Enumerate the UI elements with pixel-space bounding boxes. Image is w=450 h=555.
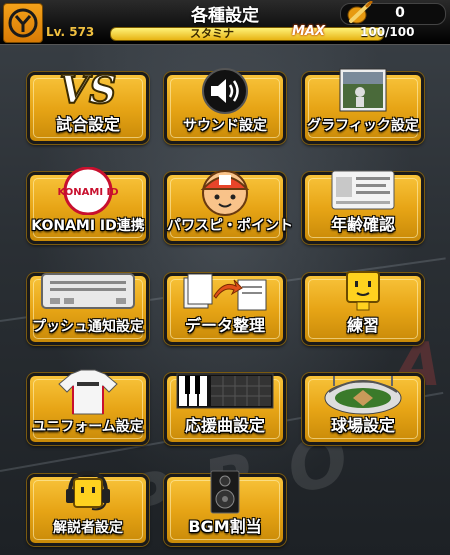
- konami-id-link-label: KONAMI ID連携: [31, 218, 145, 234]
- practice-button[interactable]: 練習: [302, 271, 424, 345]
- data-organize-label: データ整理: [184, 316, 265, 335]
- uniform-settings-label: ユニフォーム設定: [32, 419, 144, 435]
- sound-settings-button[interactable]: サウンド設定: [164, 68, 286, 144]
- team-logo-button[interactable]: [3, 3, 43, 43]
- match-settings-button[interactable]: VS 試合設定: [27, 67, 149, 144]
- practice-character-icon: [305, 268, 421, 314]
- speaker-box-icon: [167, 469, 283, 515]
- stamina-label: スタミナ: [190, 27, 234, 40]
- age-verification-button[interactable]: 年齢確認: [302, 170, 424, 244]
- commentator-headset-icon: [30, 469, 146, 515]
- data-organize-button[interactable]: データ整理: [164, 273, 286, 345]
- svg-text:KONAMI ID: KONAMI ID: [57, 187, 118, 198]
- player-level: Lv. 573: [46, 25, 95, 39]
- graphic-settings-button[interactable]: グラフィック設定: [302, 68, 424, 144]
- uniform-icon: [30, 368, 146, 415]
- screenshot-icon: [305, 67, 421, 113]
- settings-screen: P R O A 各種設定 0 Lv. 573 スタミナ MAX 100/100: [0, 0, 450, 555]
- cheer-song-settings-button[interactable]: 応援曲設定: [164, 373, 286, 445]
- stamina-max-badge: MAX: [292, 24, 326, 39]
- commentator-settings-label: 解説者設定: [53, 520, 123, 536]
- commentator-settings-button[interactable]: 解説者設定: [27, 470, 149, 546]
- bat-coin-icon: [345, 0, 373, 25]
- data-transfer-icon: [167, 268, 283, 314]
- cheer-song-settings-label: 応援曲設定: [184, 416, 265, 435]
- stadium-settings-button[interactable]: 球場設定: [302, 373, 424, 445]
- coin-count: 0: [395, 5, 405, 21]
- age-verification-label: 年齢確認: [330, 215, 395, 234]
- pawapuro-point-label: パワスピ・ポイント: [167, 218, 293, 234]
- konami-id-link-button[interactable]: KONAMI ID KONAMI ID連携: [27, 167, 149, 244]
- sound-settings-label: サウンド設定: [183, 118, 267, 134]
- pawapuro-mascot-icon: [167, 167, 283, 216]
- practice-label: 練習: [346, 316, 379, 335]
- stamina-bar: [110, 27, 384, 41]
- vs-icon: VS: [30, 67, 146, 113]
- stamina-value: 100/100: [360, 25, 415, 39]
- header-bar: 各種設定 0 Lv. 573 スタミナ MAX 100/100: [0, 0, 450, 45]
- uniform-settings-button[interactable]: ユニフォーム設定: [27, 369, 149, 445]
- keyboard-icon: [167, 368, 283, 414]
- speaker-icon: [167, 67, 283, 114]
- konami-id-icon: KONAMI ID: [30, 167, 146, 215]
- push-notification-settings-button[interactable]: プッシュ通知設定: [27, 273, 149, 345]
- stadium-icon: [305, 368, 421, 415]
- push-notification-settings-label: プッシュ通知設定: [32, 319, 144, 335]
- svg-text:VS: VS: [60, 67, 117, 112]
- id-card-icon: [305, 167, 421, 213]
- bgm-assign-label: BGM割当: [188, 517, 262, 536]
- device-icon: [30, 268, 146, 314]
- match-settings-label: 試合設定: [55, 115, 120, 134]
- pawapuro-point-button[interactable]: パワスピ・ポイント: [164, 170, 293, 244]
- graphic-settings-label: グラフィック設定: [307, 118, 419, 134]
- team-logo-icon: [8, 8, 38, 38]
- bgm-assign-button[interactable]: BGM割当: [164, 470, 286, 546]
- stadium-settings-label: 球場設定: [330, 416, 395, 435]
